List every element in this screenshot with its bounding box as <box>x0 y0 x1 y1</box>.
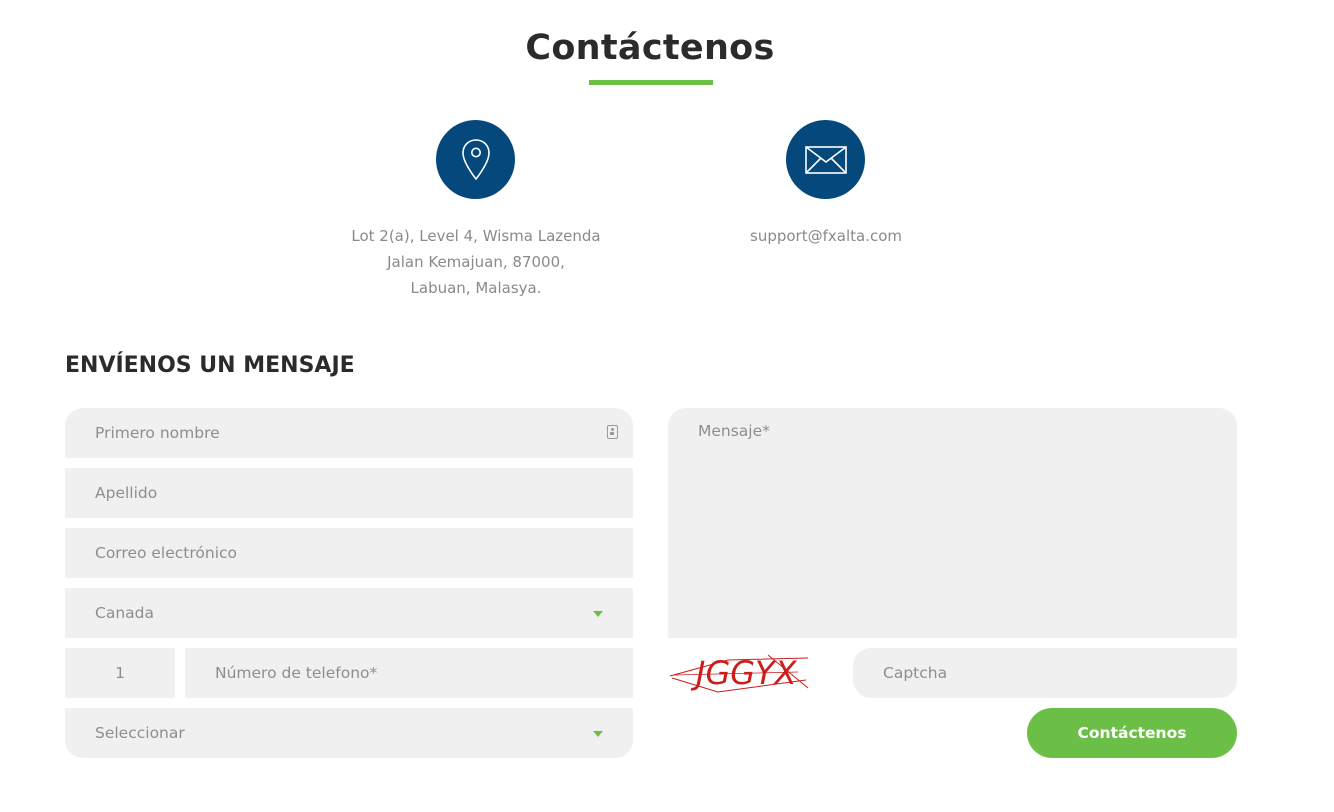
first-name-placeholder: Primero nombre <box>95 424 220 442</box>
captcha-text: JGGYX <box>690 654 798 692</box>
topic-select[interactable]: Seleccionar <box>65 708 633 758</box>
address-text: Lot 2(a), Level 4, Wisma Lazenda Jalan K… <box>316 223 636 301</box>
message-textarea[interactable]: Mensaje* <box>668 408 1237 638</box>
topic-select-value: Seleccionar <box>95 724 185 742</box>
address-line-2: Jalan Kemajuan, 87000, <box>387 253 565 271</box>
location-pin-icon <box>436 120 515 199</box>
captcha-placeholder: Captcha <box>883 664 948 682</box>
address-line-3: Labuan, Malasya. <box>410 279 542 297</box>
country-select[interactable]: Canada <box>65 588 633 638</box>
page-title: Contáctenos <box>525 28 775 68</box>
contact-card-icon <box>607 425 618 439</box>
email-address[interactable]: support@fxalta.com <box>706 223 946 249</box>
last-name-placeholder: Apellido <box>95 484 158 502</box>
phone-number-input[interactable]: Número de telefono* <box>185 648 633 698</box>
country-value: Canada <box>95 604 154 622</box>
first-name-input[interactable]: Primero nombre <box>65 408 633 458</box>
message-placeholder: Mensaje* <box>698 422 770 440</box>
envelope-icon <box>786 120 865 199</box>
form-section-title: ENVÍENOS UN MENSAJE <box>65 353 355 378</box>
email-input[interactable]: Correo electrónico <box>65 528 633 578</box>
chevron-down-icon <box>593 611 603 617</box>
submit-button[interactable]: Contáctenos <box>1027 708 1237 758</box>
address-line-1: Lot 2(a), Level 4, Wisma Lazenda <box>351 227 601 245</box>
phone-code-value: 1 <box>115 664 125 682</box>
phone-placeholder: Número de telefono* <box>215 664 378 682</box>
captcha-image: JGGYX <box>669 654 809 693</box>
title-underline <box>589 80 713 85</box>
captcha-input[interactable]: Captcha <box>853 648 1237 698</box>
chevron-down-icon <box>593 731 603 737</box>
phone-code-input[interactable]: 1 <box>65 648 175 698</box>
last-name-input[interactable]: Apellido <box>65 468 633 518</box>
email-placeholder: Correo electrónico <box>95 544 238 562</box>
